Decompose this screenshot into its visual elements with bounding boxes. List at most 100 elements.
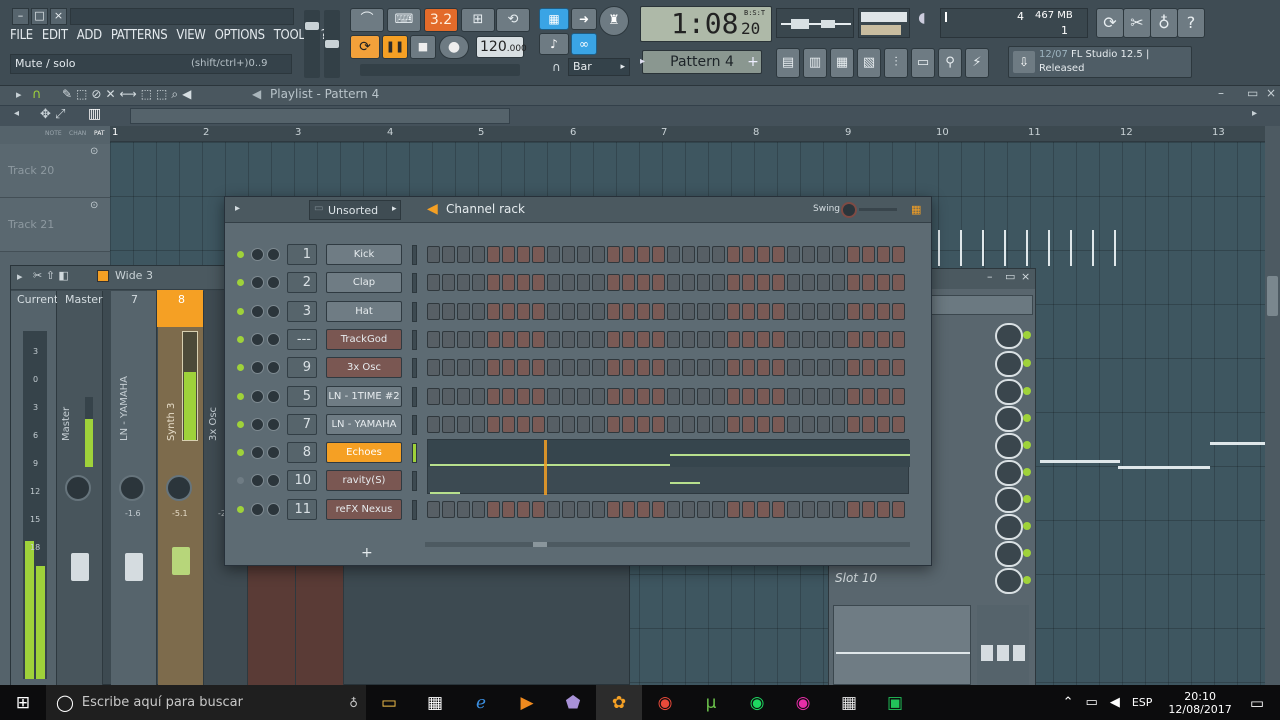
channel-mixer-track[interactable]: 2 xyxy=(287,272,317,294)
loop-record-icon[interactable]: ⟲ xyxy=(496,8,530,32)
channel-led[interactable] xyxy=(237,335,244,343)
channel-name-button[interactable]: ravity(S) xyxy=(326,470,402,492)
step-button[interactable] xyxy=(862,359,875,377)
windows-start-icon[interactable]: ⊞ xyxy=(0,685,46,720)
window-maximize-icon[interactable]: ▭ xyxy=(1005,270,1015,283)
step-button[interactable] xyxy=(877,274,890,292)
step-button[interactable] xyxy=(832,415,845,433)
step-button[interactable] xyxy=(592,415,605,433)
channel-name-button[interactable]: Kick xyxy=(326,244,402,265)
step-button[interactable] xyxy=(637,274,650,292)
step-button[interactable] xyxy=(892,274,905,292)
step-button[interactable] xyxy=(517,415,530,433)
step-button[interactable] xyxy=(562,302,575,320)
step-button[interactable] xyxy=(472,415,485,433)
step-button[interactable] xyxy=(592,274,605,292)
chevron-up-icon[interactable]: ⌃ xyxy=(1063,695,1074,710)
step-button[interactable] xyxy=(667,330,680,348)
step-button[interactable] xyxy=(577,359,590,377)
step-button[interactable] xyxy=(892,415,905,433)
channel-pan-knob[interactable] xyxy=(251,248,264,261)
record-button[interactable]: ● xyxy=(439,35,469,59)
channel-mixer-track[interactable]: 7 xyxy=(287,413,317,435)
step-button[interactable] xyxy=(712,330,725,348)
channel-mixer-track[interactable]: 10 xyxy=(287,470,317,492)
step-button[interactable] xyxy=(787,500,800,518)
track-mute-icon[interactable]: ⊙ xyxy=(90,200,98,211)
step-button[interactable] xyxy=(517,359,530,377)
step-button[interactable] xyxy=(712,387,725,405)
step-button[interactable] xyxy=(892,387,905,405)
step-button[interactable] xyxy=(427,415,440,433)
step-button[interactable] xyxy=(802,415,815,433)
step-button[interactable] xyxy=(652,274,665,292)
language-indicator[interactable]: ESP xyxy=(1132,696,1153,709)
pattern-prev-icon[interactable]: ▸ xyxy=(640,52,654,72)
file-explorer-icon[interactable]: ▭ xyxy=(366,685,412,720)
step-button[interactable] xyxy=(652,387,665,405)
step-button[interactable] xyxy=(577,387,590,405)
step-button[interactable] xyxy=(622,330,635,348)
step-button[interactable] xyxy=(472,274,485,292)
step-button[interactable] xyxy=(682,500,695,518)
menu-edit[interactable]: EDIT xyxy=(42,28,68,48)
step-button[interactable] xyxy=(652,330,665,348)
track-header[interactable]: Track 21 ⊙ xyxy=(0,198,110,252)
menu-add[interactable]: ADD xyxy=(77,28,102,48)
piano-icon[interactable]: ▥ xyxy=(88,106,101,122)
channel-row[interactable]: 7 LN - YAMAHA xyxy=(225,411,931,439)
step-button[interactable] xyxy=(637,500,650,518)
step-button[interactable] xyxy=(472,500,485,518)
swing-knob[interactable] xyxy=(841,202,857,218)
step-button[interactable] xyxy=(682,274,695,292)
step-button[interactable] xyxy=(712,500,725,518)
step-button[interactable] xyxy=(832,274,845,292)
step-button[interactable] xyxy=(607,359,620,377)
slot-label[interactable]: Slot 10 xyxy=(835,571,877,585)
step-button[interactable] xyxy=(517,246,530,263)
channel-row[interactable]: --- TrackGod xyxy=(225,326,931,354)
help-icon[interactable]: ? xyxy=(1177,8,1205,38)
step-button[interactable] xyxy=(562,415,575,433)
step-button[interactable] xyxy=(832,246,845,263)
automation-clip[interactable] xyxy=(1040,460,1120,463)
step-button[interactable] xyxy=(457,246,470,263)
step-button[interactable] xyxy=(547,274,560,292)
step-button[interactable] xyxy=(757,302,770,320)
step-button[interactable] xyxy=(637,359,650,377)
window-minimize-icon[interactable]: – xyxy=(987,270,993,283)
output-faders[interactable] xyxy=(977,605,1029,685)
step-button[interactable] xyxy=(592,500,605,518)
step-button[interactable] xyxy=(547,387,560,405)
step-button[interactable] xyxy=(652,246,665,263)
step-button[interactable] xyxy=(772,246,785,263)
step-button[interactable] xyxy=(757,387,770,405)
channel-volume-knob[interactable] xyxy=(267,332,280,346)
step-button[interactable] xyxy=(847,246,860,263)
step-button[interactable] xyxy=(487,330,500,348)
audio-clip[interactable] xyxy=(930,230,1130,266)
automation-clip[interactable] xyxy=(1210,442,1265,445)
master-volume-slider[interactable] xyxy=(304,10,320,78)
step-button[interactable] xyxy=(562,274,575,292)
slot-knob[interactable] xyxy=(995,541,1023,567)
step-button[interactable] xyxy=(727,330,740,348)
step-button[interactable] xyxy=(442,274,455,292)
step-button[interactable] xyxy=(457,274,470,292)
tempo-display[interactable]: 120.000 xyxy=(476,36,527,58)
step-button[interactable] xyxy=(622,500,635,518)
step-button[interactable] xyxy=(697,330,710,348)
channel-pan-knob[interactable] xyxy=(251,446,264,460)
step-button[interactable] xyxy=(487,500,500,518)
step-button[interactable] xyxy=(547,246,560,263)
channel-pan-knob[interactable] xyxy=(251,276,264,290)
pan-knob[interactable] xyxy=(166,475,192,501)
refresh-icon[interactable]: ⟳ xyxy=(1096,8,1124,38)
channel-name-button[interactable]: Clap xyxy=(326,272,402,294)
step-button[interactable] xyxy=(622,359,635,377)
pan-knob[interactable] xyxy=(65,475,91,501)
channel-select-indicator[interactable] xyxy=(412,499,417,520)
step-button[interactable] xyxy=(532,387,545,405)
step-button[interactable] xyxy=(757,274,770,292)
step-button[interactable] xyxy=(547,302,560,320)
